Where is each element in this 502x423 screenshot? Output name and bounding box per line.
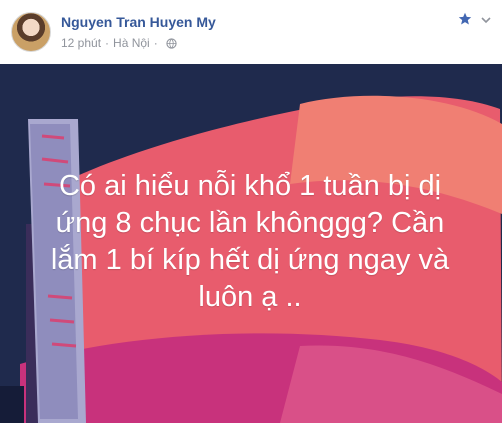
post-meta: 12 phút · Hà Nội · <box>61 36 177 50</box>
star-icon[interactable] <box>458 12 472 26</box>
avatar[interactable] <box>11 12 51 52</box>
status-text: Có ai hiểu nỗi khổ 1 tuần bị dị ứng 8 ch… <box>50 170 450 313</box>
status-background-image: Có ai hiểu nỗi khổ 1 tuần bị dị ứng 8 ch… <box>0 64 502 423</box>
globe-icon[interactable] <box>166 37 177 49</box>
chevron-down-icon[interactable] <box>480 14 492 26</box>
author-name-link[interactable]: Nguyen Tran Huyen My <box>61 14 216 30</box>
post-header: Nguyen Tran Huyen My 12 phút · Hà Nội · <box>0 0 502 64</box>
post-location[interactable]: Hà Nội <box>113 36 150 50</box>
post-timestamp[interactable]: 12 phút <box>61 36 101 50</box>
separator-dot: · <box>153 36 158 50</box>
separator-dot: · <box>105 36 110 50</box>
